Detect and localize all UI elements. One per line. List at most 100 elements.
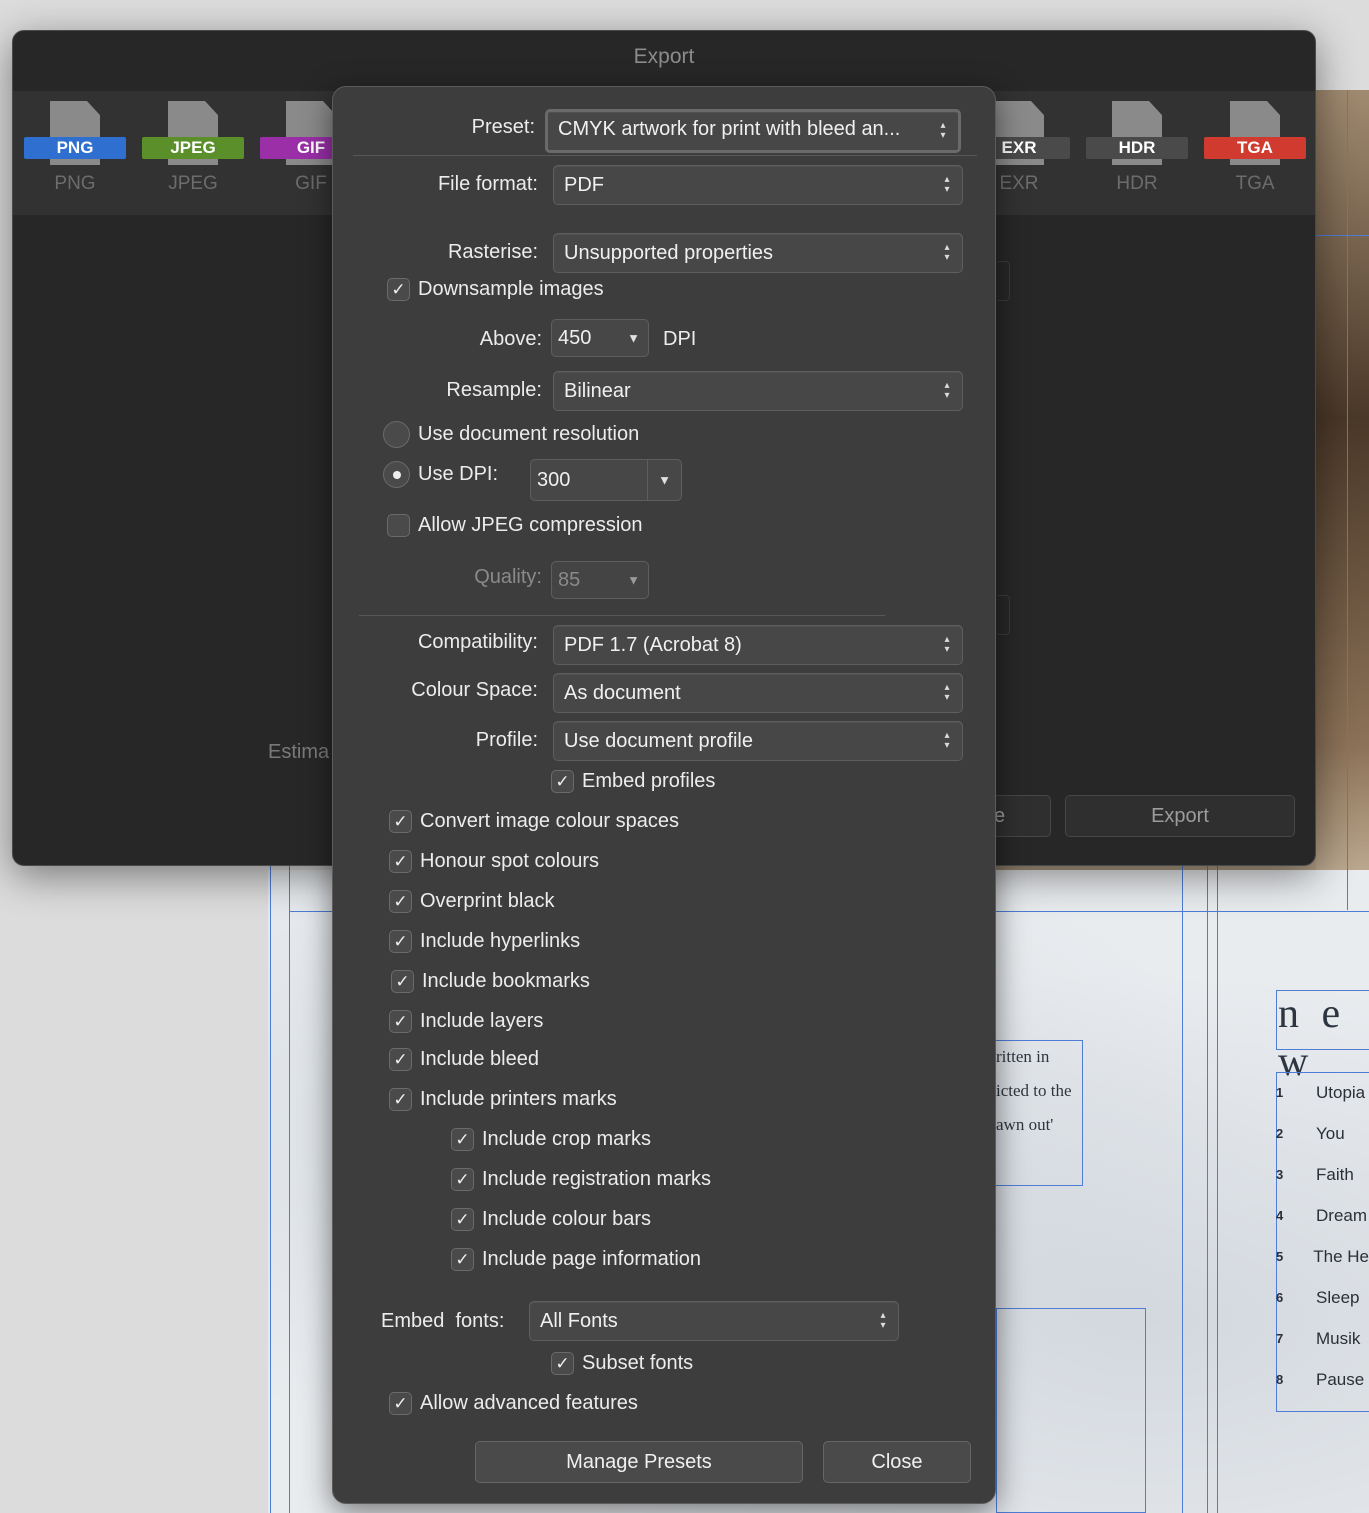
include-registration-marks-checkbox[interactable]: ✓ Include registration marks: [451, 1168, 711, 1191]
include-page-information-checkbox[interactable]: ✓ Include page information: [451, 1248, 701, 1271]
overprint-black-checkbox[interactable]: ✓ Overprint black: [389, 890, 555, 913]
include-bookmarks-checkbox[interactable]: ✓ Include bookmarks: [391, 970, 590, 993]
guide-line: [1217, 866, 1218, 1513]
hidden-field-edge: [998, 261, 1010, 301]
include-colour-bars-checkbox[interactable]: ✓ Include colour bars: [451, 1208, 651, 1231]
use-dpi-value: 300: [537, 469, 571, 491]
checkmark-icon: ✓: [389, 890, 412, 913]
subset-fonts-checkbox[interactable]: ✓ Subset fonts: [551, 1352, 693, 1375]
toc-number: 2: [1276, 1126, 1284, 1141]
format-png-button[interactable]: PNG PNG: [24, 101, 126, 195]
rasterise-label: Rasterise:: [447, 241, 538, 263]
use-dpi-label: Use DPI:: [418, 463, 499, 485]
format-name: HDR: [1116, 173, 1158, 194]
snippet-line: ritten in: [996, 1047, 1050, 1066]
toc-number: 1: [1276, 1085, 1284, 1100]
toc-list: 1 Utopia 2 You 3 Faith 4 Dream 5 The He 6 Slee…: [1276, 1072, 1369, 1400]
use-dpi-combo[interactable]: 300 ▼: [530, 459, 682, 501]
manage-presets-button[interactable]: Manage Presets: [475, 1441, 803, 1483]
format-name: PNG: [54, 173, 96, 194]
checkmark-icon: ✓: [389, 1010, 412, 1033]
stepper-icon: ▴ ▾: [944, 682, 950, 703]
format-tag: TGA: [1204, 137, 1306, 159]
use-document-resolution-radio[interactable]: Use document resolution: [383, 421, 639, 448]
include-printers-marks-checkbox[interactable]: ✓ Include printers marks: [389, 1088, 617, 1111]
checkmark-icon: ✓: [451, 1208, 474, 1231]
file-format-select[interactable]: PDF ▴ ▾: [553, 165, 963, 205]
guide-line: [1347, 90, 1348, 910]
use-document-resolution-label: Use document resolution: [418, 423, 640, 445]
jpeg-compression-checkbox[interactable]: Allow JPEG compression: [387, 514, 643, 537]
toc-row: 7 Musik: [1276, 1318, 1369, 1359]
toc-row: 1 Utopia: [1276, 1072, 1369, 1113]
quality-combo: 85 ▼: [551, 561, 649, 599]
compatibility-select[interactable]: PDF 1.7 (Acrobat 8) ▴ ▾: [553, 625, 963, 665]
background-photo-edge: [1316, 90, 1369, 910]
guide-line: [1182, 866, 1183, 1513]
colour-space-label: Colour Space:: [411, 679, 538, 701]
toc-row: 2 You: [1276, 1113, 1369, 1154]
option-label: Include hyperlinks: [420, 930, 581, 952]
format-jpeg-button[interactable]: JPEG JPEG: [142, 101, 244, 195]
include-layers-checkbox[interactable]: ✓ Include layers: [389, 1010, 543, 1033]
profile-label: Profile:: [475, 729, 538, 751]
profile-select[interactable]: Use document profile ▴ ▾: [553, 721, 963, 761]
mark-label: Include page information: [482, 1248, 702, 1270]
format-name: JPEG: [168, 173, 218, 194]
embed-profiles-checkbox[interactable]: ✓ Embed profiles: [551, 770, 715, 793]
checkmark-icon: ✓: [389, 1048, 412, 1071]
checkmark-icon: ✓: [551, 770, 574, 793]
hidden-field-edge: [998, 595, 1010, 635]
close-button[interactable]: Close: [823, 1441, 971, 1483]
export-button[interactable]: Export: [1065, 795, 1295, 837]
include-hyperlinks-checkbox[interactable]: ✓ Include hyperlinks: [389, 930, 580, 953]
toc-number: 4: [1276, 1208, 1284, 1223]
above-value: 450: [558, 327, 592, 349]
option-label: Include layers: [420, 1010, 544, 1032]
convert-colour-spaces-checkbox[interactable]: ✓ Convert image colour spaces: [389, 810, 679, 833]
dpi-unit: DPI: [663, 328, 697, 350]
colour-space-value: As document: [564, 682, 681, 704]
checkmark-icon: ✓: [389, 850, 412, 873]
toc-number: 8: [1276, 1372, 1284, 1387]
toc-number: 6: [1276, 1290, 1284, 1305]
divider: [353, 155, 977, 156]
allow-advanced-features-checkbox[interactable]: ✓ Allow advanced features: [389, 1392, 638, 1415]
format-tga-button[interactable]: TGA TGA: [1204, 101, 1306, 195]
compatibility-label: Compatibility:: [417, 631, 538, 653]
use-dpi-radio[interactable]: Use DPI:: [383, 461, 498, 488]
above-dpi-combo[interactable]: 450 ▼: [551, 319, 649, 357]
include-bleed-checkbox[interactable]: ✓ Include bleed: [389, 1048, 539, 1071]
preset-select[interactable]: CMYK artwork for print with bleed an... …: [545, 109, 961, 153]
checkmark-icon: ✓: [451, 1248, 474, 1271]
option-label: Convert image colour spaces: [420, 810, 680, 832]
checkmark-icon: ✓: [551, 1352, 574, 1375]
guide-line: [1207, 866, 1208, 1513]
rasterise-select[interactable]: Unsupported properties ▴ ▾: [553, 233, 963, 273]
include-crop-marks-checkbox[interactable]: ✓ Include crop marks: [451, 1128, 651, 1151]
toc-row: 8 Pause: [1276, 1359, 1369, 1400]
embed-fonts-select[interactable]: All Fonts ▴ ▾: [529, 1301, 899, 1341]
toc-title: Utopia: [1316, 1082, 1366, 1102]
option-label: Include bookmarks: [422, 970, 590, 992]
divider: [359, 615, 885, 616]
advanced-label: Allow advanced features: [420, 1392, 638, 1414]
stepper-icon: ▴ ▾: [880, 1310, 886, 1331]
toc-number: 7: [1276, 1331, 1284, 1346]
downsample-checkbox[interactable]: ✓ Downsample images: [387, 278, 604, 301]
format-hdr-button[interactable]: HDR HDR: [1086, 101, 1188, 195]
resample-select[interactable]: Bilinear ▴ ▾: [553, 371, 963, 411]
dropdown-arrow-icon: ▼: [627, 572, 640, 588]
honour-spot-colours-checkbox[interactable]: ✓ Honour spot colours: [389, 850, 599, 873]
embed-profiles-label: Embed profiles: [582, 770, 716, 792]
colour-space-select[interactable]: As document ▴ ▾: [553, 673, 963, 713]
toc-title: Pause: [1316, 1369, 1365, 1389]
option-label: Include bleed: [420, 1048, 539, 1070]
checkmark-icon: ✓: [451, 1168, 474, 1191]
embed-fonts-label: Embed fonts:: [381, 1310, 505, 1332]
mark-label: Include crop marks: [482, 1128, 651, 1150]
checkmark-icon: ✓: [391, 970, 414, 993]
toc-row: 6 Sleep: [1276, 1277, 1369, 1318]
preset-label: Preset:: [471, 116, 535, 138]
checkmark-icon: ✓: [389, 1392, 412, 1415]
